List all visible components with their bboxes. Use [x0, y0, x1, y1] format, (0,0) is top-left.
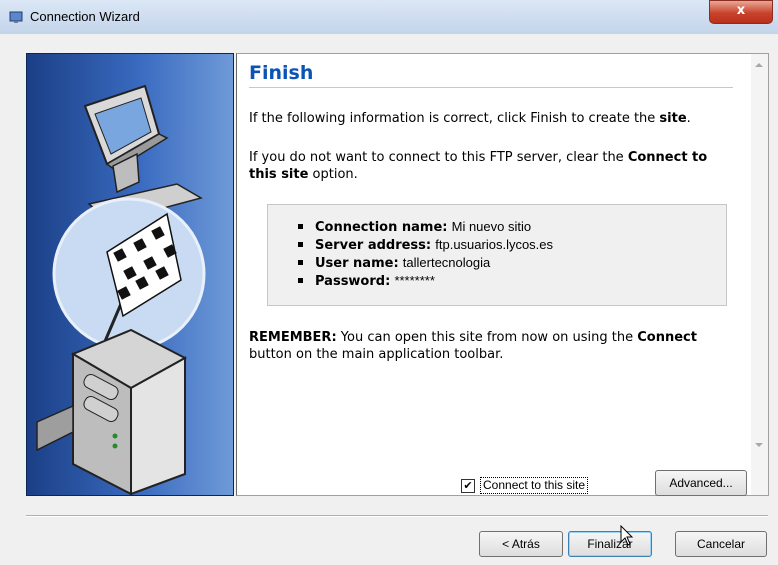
connection-name-value: Mi nuevo sitio — [451, 219, 532, 234]
password-value: ******** — [394, 273, 435, 288]
server-address-label: Server address: — [315, 238, 432, 253]
title-bar: Connection Wizard x — [0, 0, 778, 35]
wizard-content: Finish If the following information is c… — [236, 53, 753, 496]
cancel-button[interactable]: Cancelar — [675, 531, 767, 557]
remember-label: REMEMBER: — [249, 330, 337, 345]
paragraph-clear-option: If you do not want to connect to this FT… — [249, 149, 737, 183]
paragraph-remember: REMEMBER: You can open this site from no… — [249, 329, 737, 363]
finish-button[interactable]: Finalizar — [568, 531, 652, 557]
list-item: Server address: ftp.usuarios.lycos.es — [294, 236, 553, 254]
list-item: User name: tallertecnologia — [294, 254, 553, 272]
remember-connect-bold: Connect — [637, 330, 697, 345]
user-name-label: User name: — [315, 256, 399, 271]
connection-summary-box: Connection name: Mi nuevo sitio Server a… — [267, 204, 727, 306]
paragraph-confirm-text: If the following information is correct,… — [249, 111, 660, 126]
remember-text-end: button on the main application toolbar. — [249, 347, 504, 362]
app-icon — [9, 11, 23, 23]
advanced-button-label: Advanced... — [669, 476, 733, 490]
cancel-button-label: Cancelar — [696, 537, 746, 551]
back-button-label: < Atrás — [502, 537, 540, 551]
back-button[interactable]: < Atrás — [479, 531, 563, 557]
list-item: Connection name: Mi nuevo sitio — [294, 218, 553, 236]
advanced-button[interactable]: Advanced... — [655, 470, 747, 496]
title-divider — [249, 87, 733, 88]
page-title: Finish — [249, 62, 314, 84]
bullet-icon — [298, 260, 303, 265]
list-item: Password: ******** — [294, 272, 553, 290]
user-name-value: tallertecnologia — [402, 255, 491, 270]
close-button[interactable]: x — [709, 0, 773, 24]
computers-checkered-flag-icon — [36, 84, 206, 495]
scroll-up-icon[interactable] — [755, 63, 763, 67]
bullet-icon — [298, 242, 303, 247]
window-title: Connection Wizard — [30, 9, 140, 24]
password-label: Password: — [315, 274, 391, 289]
paragraph-confirm: If the following information is correct,… — [249, 110, 737, 127]
wizard-side-image — [26, 53, 234, 496]
bullet-icon — [298, 224, 303, 229]
remember-text: You can open this site from now on using… — [336, 330, 638, 345]
paragraph-clear-text: If you do not want to connect to this FT… — [249, 150, 628, 165]
scroll-down-icon[interactable] — [755, 443, 763, 447]
connection-summary-list: Connection name: Mi nuevo sitio Server a… — [294, 218, 553, 290]
paragraph-confirm-bold: site — [659, 111, 687, 126]
content-scrollbar[interactable] — [751, 53, 769, 496]
button-separator — [26, 515, 768, 517]
bullet-icon — [298, 278, 303, 283]
mouse-cursor-icon — [620, 525, 634, 546]
server-address-value: ftp.usuarios.lycos.es — [435, 237, 554, 252]
connect-to-site-checkbox[interactable]: ✔ — [461, 479, 475, 493]
paragraph-confirm-end: . — [686, 111, 691, 126]
connect-to-site-label[interactable]: Connect to this site — [480, 477, 589, 494]
connection-name-label: Connection name: — [315, 220, 448, 235]
paragraph-clear-end: option. — [308, 167, 358, 182]
